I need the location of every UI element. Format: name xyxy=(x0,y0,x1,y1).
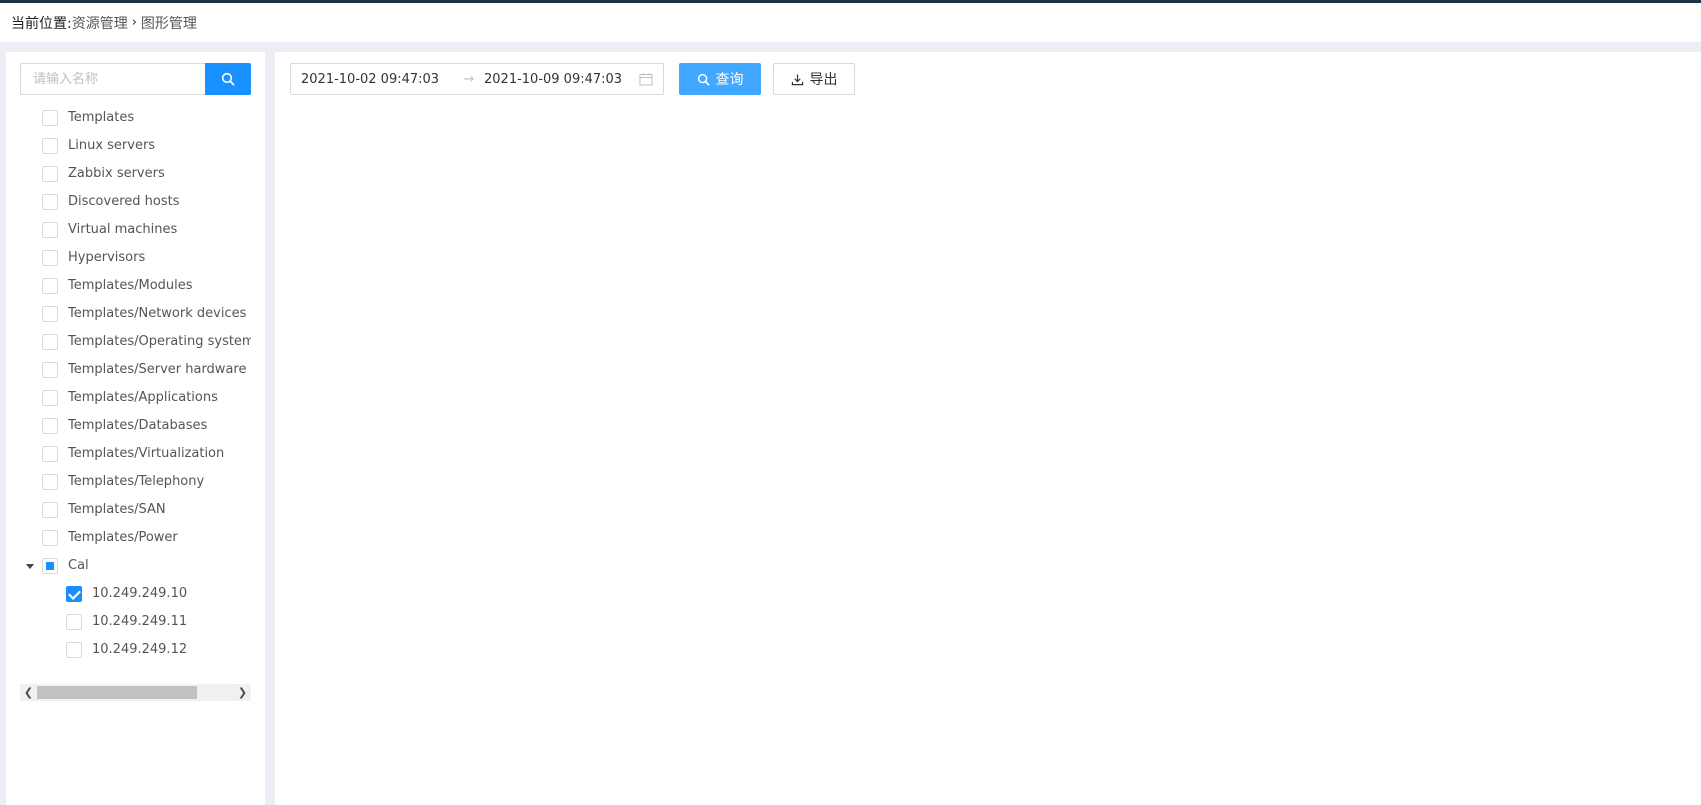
tree-node-checkbox[interactable] xyxy=(42,530,58,546)
tree-node[interactable]: Cal xyxy=(20,552,251,580)
search-input[interactable] xyxy=(20,63,205,95)
tree-node-label[interactable]: Templates/SAN xyxy=(68,502,166,518)
tree-node-label[interactable]: Templates/Telephony xyxy=(68,474,204,490)
tree-node[interactable]: Hypervisors xyxy=(20,244,251,272)
tree-node-checkbox[interactable] xyxy=(42,110,58,126)
tree-node-label[interactable]: Linux servers xyxy=(68,138,155,154)
tree-node-label[interactable]: Cal xyxy=(68,558,89,574)
tree-node[interactable]: Linux servers xyxy=(20,132,251,160)
breadcrumb-prefix: 当前位置: xyxy=(11,15,72,32)
export-button[interactable]: 导出 xyxy=(773,63,855,95)
horizontal-scrollbar[interactable]: ❮ ❯ xyxy=(20,684,251,701)
tree-node-checkbox[interactable] xyxy=(42,138,58,154)
tree-node-label[interactable]: Templates xyxy=(68,110,134,126)
tree-node[interactable]: Templates/SAN xyxy=(20,496,251,524)
tree-node-label[interactable]: Templates/Operating systems xyxy=(68,334,251,350)
calendar-icon xyxy=(639,73,653,86)
tree-node[interactable]: Zabbix servers xyxy=(20,160,251,188)
tree-node-checkbox[interactable] xyxy=(42,334,58,350)
tree-node[interactable]: Templates/Databases xyxy=(20,412,251,440)
tree-node[interactable]: 10.249.249.12 xyxy=(20,636,251,664)
range-start-input[interactable]: 2021-10-02 09:47:03 xyxy=(301,72,456,87)
scroll-left-icon[interactable]: ❮ xyxy=(20,684,37,701)
date-range-picker[interactable]: 2021-10-02 09:47:03 → 2021-10-09 09:47:0… xyxy=(290,63,664,95)
tree-panel: Templates Linux servers Zabbix servers Disc… xyxy=(6,52,265,805)
tree-node-checkbox[interactable] xyxy=(42,418,58,434)
search-icon xyxy=(697,73,709,85)
tree-node[interactable]: Templates/Power xyxy=(20,524,251,552)
tree-node-checkbox[interactable] xyxy=(42,474,58,490)
tree-node[interactable]: Discovered hosts xyxy=(20,188,251,216)
tree-node[interactable]: Templates/Telephony xyxy=(20,468,251,496)
tree-node-label[interactable]: Templates/Power xyxy=(68,530,178,546)
main-panel: 2021-10-02 09:47:03 → 2021-10-09 09:47:0… xyxy=(275,52,1701,805)
tree-node[interactable]: Templates/Network devices xyxy=(20,300,251,328)
search-icon xyxy=(221,72,235,86)
host-group-tree: Templates Linux servers Zabbix servers Disc… xyxy=(20,104,251,724)
tree-node-label[interactable]: Templates/Network devices xyxy=(68,306,246,322)
tree-node-checkbox[interactable] xyxy=(66,642,82,658)
tree-node-checkbox[interactable] xyxy=(42,222,58,238)
tree-node-checkbox[interactable] xyxy=(42,306,58,322)
tree-node[interactable]: Templates/Server hardware xyxy=(20,356,251,384)
tree-node-checkbox[interactable] xyxy=(42,250,58,266)
tree-node-label[interactable]: Templates/Server hardware xyxy=(68,362,246,378)
tree-node[interactable]: 10.249.249.11 xyxy=(20,608,251,636)
scrollbar-thumb[interactable] xyxy=(37,686,197,699)
tree-node[interactable]: 10.249.249.10 xyxy=(20,580,251,608)
export-button-label: 导出 xyxy=(809,71,838,87)
query-button-label: 查询 xyxy=(715,71,744,87)
tree-node[interactable]: Templates/Operating systems xyxy=(20,328,251,356)
tree-node-checkbox[interactable] xyxy=(42,390,58,406)
caret-down-icon[interactable] xyxy=(25,561,35,571)
tree-search xyxy=(20,63,251,95)
tree-node-label[interactable]: 10.249.249.10 xyxy=(92,586,187,602)
tree-node-checkbox[interactable] xyxy=(42,502,58,518)
tree-node[interactable]: Templates/Modules xyxy=(20,272,251,300)
tree-node-label[interactable]: Templates/Databases xyxy=(68,418,207,434)
tree-node-checkbox[interactable] xyxy=(66,586,82,602)
scrollbar-track[interactable] xyxy=(37,684,234,701)
tree-node-checkbox[interactable] xyxy=(66,614,82,630)
tree-node-label[interactable]: Templates/Virtualization xyxy=(68,446,224,462)
tree-node-label[interactable]: Templates/Applications xyxy=(68,390,218,406)
range-arrow-icon: → xyxy=(463,71,475,87)
scroll-right-icon[interactable]: ❯ xyxy=(234,684,251,701)
breadcrumb-separator: › xyxy=(131,15,137,30)
tree-node-checkbox[interactable] xyxy=(42,558,58,574)
download-icon xyxy=(791,73,803,85)
tree-node-label[interactable]: Hypervisors xyxy=(68,250,145,266)
breadcrumb-item-resource[interactable]: 资源管理 xyxy=(72,13,128,33)
tree-node-checkbox[interactable] xyxy=(42,362,58,378)
tree-node-label[interactable]: Virtual machines xyxy=(68,222,177,238)
tree-node-label[interactable]: Discovered hosts xyxy=(68,194,179,210)
tree-node[interactable]: Templates/Applications xyxy=(20,384,251,412)
tree-node-label[interactable]: 10.249.249.11 xyxy=(92,614,187,630)
search-button[interactable] xyxy=(205,63,251,95)
query-button[interactable]: 查询 xyxy=(679,63,761,95)
tree-node-checkbox[interactable] xyxy=(42,166,58,182)
tree-node[interactable]: Templates/Virtualization xyxy=(20,440,251,468)
tree-node[interactable]: Templates xyxy=(20,104,251,132)
tree-node[interactable]: Virtual machines xyxy=(20,216,251,244)
range-end-input[interactable]: 2021-10-09 09:47:03 xyxy=(482,72,637,87)
tree-node-checkbox[interactable] xyxy=(42,446,58,462)
breadcrumb: 当前位置: 资源管理 › 图形管理 xyxy=(0,3,1701,42)
tree-node-checkbox[interactable] xyxy=(42,278,58,294)
breadcrumb-item-graph: 图形管理 xyxy=(140,15,197,32)
tree-node-label[interactable]: Zabbix servers xyxy=(68,166,165,182)
tree-node-label[interactable]: 10.249.249.12 xyxy=(92,642,187,658)
tree-node-checkbox[interactable] xyxy=(42,194,58,210)
tree-node-label[interactable]: Templates/Modules xyxy=(68,278,193,294)
